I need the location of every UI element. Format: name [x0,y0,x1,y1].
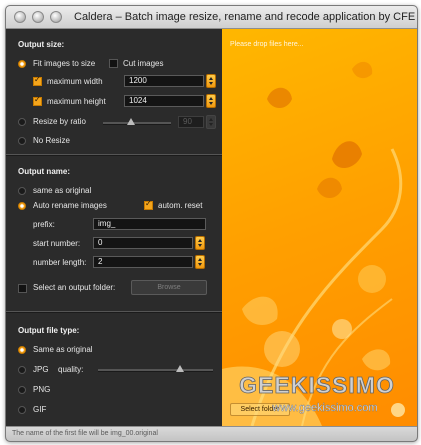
zoom-window-button[interactable] [50,11,62,23]
autom-reset-label: autom. reset [158,201,203,210]
no-resize-radio[interactable] [18,137,26,145]
start-number-label: start number: [33,239,81,248]
max-height-field[interactable]: 1024 [124,95,204,107]
ratio-slider[interactable] [103,122,171,125]
title-bar: Caldera – Batch image resize, rename and… [6,6,417,29]
output-file-type-heading: Output file type: [18,326,80,335]
settings-panel: Output size: Fit images to size Cut imag… [6,29,222,426]
autom-reset-checkbox[interactable] [144,199,153,210]
max-width-checkbox[interactable] [33,75,42,86]
max-width-field[interactable]: 1200 [124,75,204,87]
same-as-original-name-label: same as original [33,186,92,195]
quality-label: quality: [58,365,84,374]
ratio-stepper[interactable] [206,115,216,129]
max-height-checkbox[interactable] [33,95,42,106]
gif-label: GIF [33,405,47,414]
drop-placeholder: Please drop files here... [230,41,304,48]
quality-slider-thumb[interactable] [176,365,184,372]
same-as-original-name-radio[interactable] [18,187,26,195]
number-length-label: number length: [33,258,87,267]
ratio-slider-thumb[interactable] [127,118,135,125]
close-window-button[interactable] [14,11,26,23]
output-folder-checkbox[interactable] [18,284,27,293]
max-width-label: maximum width [47,77,103,86]
gif-radio[interactable] [18,406,26,414]
output-name-heading: Output name: [18,167,70,176]
drop-area[interactable]: Please drop files here... Select folder [222,29,417,426]
max-width-stepper[interactable] [206,74,216,88]
app-window: Caldera – Batch image resize, rename and… [5,5,418,442]
section-divider [6,311,222,313]
auto-rename-label: Auto rename images [33,201,107,210]
resize-by-ratio-radio[interactable] [18,118,26,126]
output-size-heading: Output size: [18,40,65,49]
quality-slider[interactable] [98,369,213,372]
output-folder-label: Select an output folder: [33,283,116,292]
floral-background-illustration [222,61,403,426]
prefix-label: prefix: [33,220,55,229]
max-height-stepper[interactable] [206,94,216,108]
auto-rename-radio[interactable] [18,202,26,210]
resize-by-ratio-label: Resize by ratio [33,117,86,126]
select-folder-button[interactable]: Select folder [230,403,290,416]
start-number-field[interactable]: 0 [93,237,193,249]
png-radio[interactable] [18,386,26,394]
cut-images-checkbox[interactable] [109,59,118,68]
browse-button[interactable]: Browse [131,280,207,295]
no-resize-label: No Resize [33,136,70,145]
max-height-label: maximum height [47,97,106,106]
ratio-field[interactable]: 90 [178,116,204,128]
status-text: The name of the first file will be img_0… [12,430,158,437]
section-divider [6,154,222,156]
prefix-field[interactable]: img_ [93,218,206,230]
start-number-stepper[interactable] [195,236,205,250]
jpg-radio[interactable] [18,366,26,374]
same-as-original-type-label: Same as original [33,345,93,354]
fit-images-radio[interactable] [18,60,26,68]
same-as-original-type-radio[interactable] [18,346,26,354]
cut-images-label: Cut images [123,59,164,68]
fit-images-label: Fit images to size [33,59,96,68]
png-label: PNG [33,385,51,394]
status-bar: The name of the first file will be img_0… [6,426,417,441]
minimize-window-button[interactable] [32,11,44,23]
jpg-label: JPG [33,365,49,374]
number-length-field[interactable]: 2 [93,256,193,268]
number-length-stepper[interactable] [195,255,205,269]
window-title: Caldera – Batch image resize, rename and… [74,11,416,23]
